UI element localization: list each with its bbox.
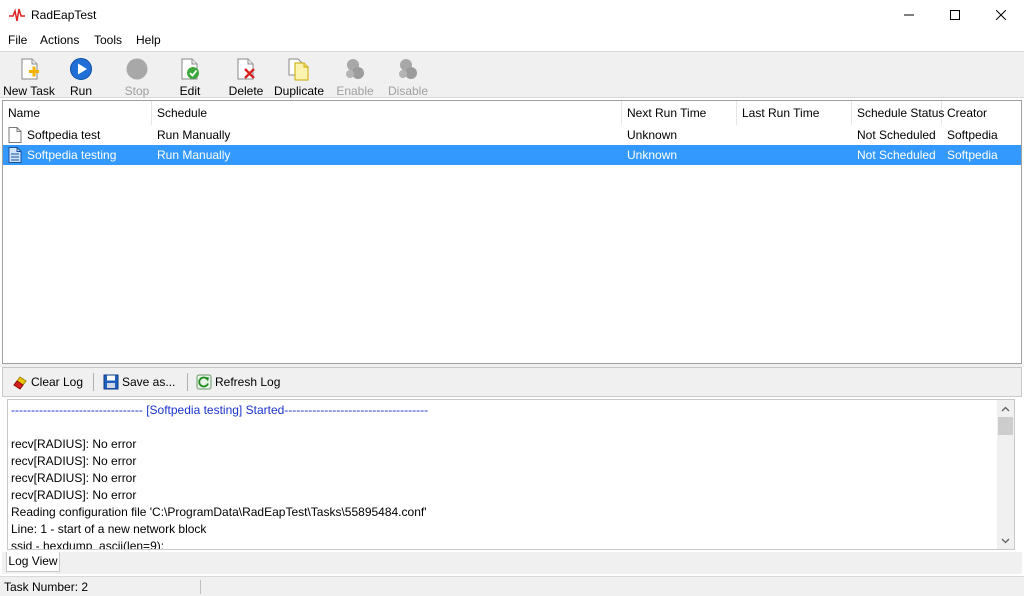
enable-icon: [346, 59, 364, 79]
log-line: ssid - hexdump_ascii(len=9):: [11, 539, 165, 550]
window-title: RadEapTest: [31, 8, 97, 22]
log-line: recv[RADIUS]: No error: [11, 454, 137, 468]
log-text-area[interactable]: --------------------------------- [Softp…: [7, 399, 1015, 550]
status-bar: Task Number: 2: [0, 576, 1024, 596]
main-toolbar: New Task Run Stop Edit Delete Duplicate …: [0, 51, 1024, 98]
column-header-schedule[interactable]: Schedule: [152, 101, 622, 125]
menu-actions[interactable]: Actions: [40, 33, 79, 47]
clear-log-label: Clear Log: [31, 375, 84, 389]
stop-label: Stop: [124, 84, 150, 98]
edit-icon: [181, 58, 199, 80]
disable-icon: [399, 59, 417, 79]
pulse-icon: [9, 8, 25, 22]
task-next-run: Unknown: [627, 128, 678, 142]
stop-button[interactable]: Stop: [116, 55, 158, 98]
eraser-icon: [13, 376, 27, 390]
column-header-last-run[interactable]: Last Run Time: [737, 101, 852, 125]
minimize-button[interactable]: [886, 0, 932, 30]
run-button[interactable]: Run: [60, 55, 102, 98]
refresh-icon: [196, 374, 212, 390]
chevron-up-icon: [1001, 406, 1010, 411]
scroll-thumb[interactable]: [998, 417, 1013, 435]
tab-log-view[interactable]: Log View: [6, 552, 60, 572]
task-creator: Softpedia: [947, 128, 998, 142]
enable-label: Enable: [336, 84, 374, 98]
save-as-label: Save as...: [122, 375, 176, 389]
document-icon: [8, 127, 22, 143]
menu-tools[interactable]: Tools: [94, 33, 122, 47]
new-task-icon: [21, 58, 39, 80]
run-label: Run: [69, 84, 92, 98]
edit-button[interactable]: Edit: [168, 55, 212, 98]
scroll-down-button[interactable]: [997, 532, 1014, 549]
clear-log-button[interactable]: Clear Log: [12, 373, 84, 391]
title-bar: RadEapTest: [0, 0, 1024, 30]
column-header-name[interactable]: Name: [3, 101, 152, 125]
log-vertical-scrollbar[interactable]: [997, 400, 1014, 549]
close-icon: [996, 10, 1006, 20]
menu-bar: File Actions Tools Help: [0, 30, 1024, 51]
log-line: recv[RADIUS]: No error: [11, 471, 137, 485]
column-header-next-run[interactable]: Next Run Time: [622, 101, 737, 125]
refresh-log-label: Refresh Log: [215, 375, 281, 389]
save-as-button[interactable]: Save as...: [103, 373, 179, 391]
task-name: Softpedia test: [27, 128, 101, 142]
toolbar-separator: [187, 373, 188, 391]
menu-file[interactable]: File: [8, 33, 27, 47]
toolbar-separator: [93, 373, 94, 391]
task-list[interactable]: Name Schedule Next Run Time Last Run Tim…: [2, 100, 1022, 364]
scroll-up-button[interactable]: [997, 400, 1014, 417]
maximize-button[interactable]: [932, 0, 978, 30]
task-next-run: Unknown: [627, 148, 678, 162]
log-tab-strip: Log View: [2, 552, 1022, 574]
document-icon: [8, 147, 22, 163]
task-name: Softpedia testing: [27, 148, 117, 162]
log-line: --------------------------------- [Softp…: [11, 403, 429, 417]
maximize-icon: [950, 10, 960, 20]
play-icon: [70, 58, 92, 80]
close-button[interactable]: [978, 0, 1024, 30]
column-header-creator[interactable]: Creator: [942, 101, 1021, 125]
status-task-number: Task Number: 2: [4, 580, 89, 594]
menu-help[interactable]: Help: [136, 33, 161, 47]
task-status: Not Scheduled: [857, 148, 936, 162]
new-task-button[interactable]: New Task: [2, 55, 56, 98]
stop-icon: [126, 58, 148, 80]
new-task-label: New Task: [3, 84, 55, 98]
task-schedule: Run Manually: [157, 128, 231, 142]
edit-label: Edit: [179, 84, 201, 98]
log-line: Reading configuration file 'C:\ProgramDa…: [11, 505, 427, 519]
log-line: Line: 1 - start of a new network block: [11, 522, 207, 536]
disable-button[interactable]: Disable: [386, 55, 430, 98]
log-toolbar: Clear Log Save as... Refresh Log: [2, 367, 1022, 397]
task-row-selected[interactable]: Softpedia testing Run Manually Unknown N…: [3, 145, 1021, 165]
task-creator: Softpedia: [947, 148, 998, 162]
enable-button[interactable]: Enable: [334, 55, 376, 98]
duplicate-button[interactable]: Duplicate: [273, 55, 325, 98]
delete-label: Delete: [228, 84, 264, 98]
duplicate-icon: [288, 58, 309, 81]
status-divider: [200, 580, 201, 594]
delete-button[interactable]: Delete: [225, 55, 267, 98]
task-row[interactable]: Softpedia test Run Manually Unknown Not …: [3, 125, 1021, 145]
task-status: Not Scheduled: [857, 128, 936, 142]
log-line: recv[RADIUS]: No error: [11, 437, 137, 451]
disable-label: Disable: [387, 84, 429, 98]
refresh-log-button[interactable]: Refresh Log: [196, 373, 281, 391]
delete-icon: [237, 58, 255, 80]
minimize-icon: [904, 14, 914, 16]
task-list-header: Name Schedule Next Run Time Last Run Tim…: [3, 101, 1021, 125]
task-schedule: Run Manually: [157, 148, 231, 162]
chevron-down-icon: [1001, 538, 1010, 543]
log-line: recv[RADIUS]: No error: [11, 488, 137, 502]
duplicate-label: Duplicate: [273, 84, 325, 98]
column-header-schedule-status[interactable]: Schedule Status: [852, 101, 944, 125]
floppy-disk-icon: [103, 374, 119, 390]
